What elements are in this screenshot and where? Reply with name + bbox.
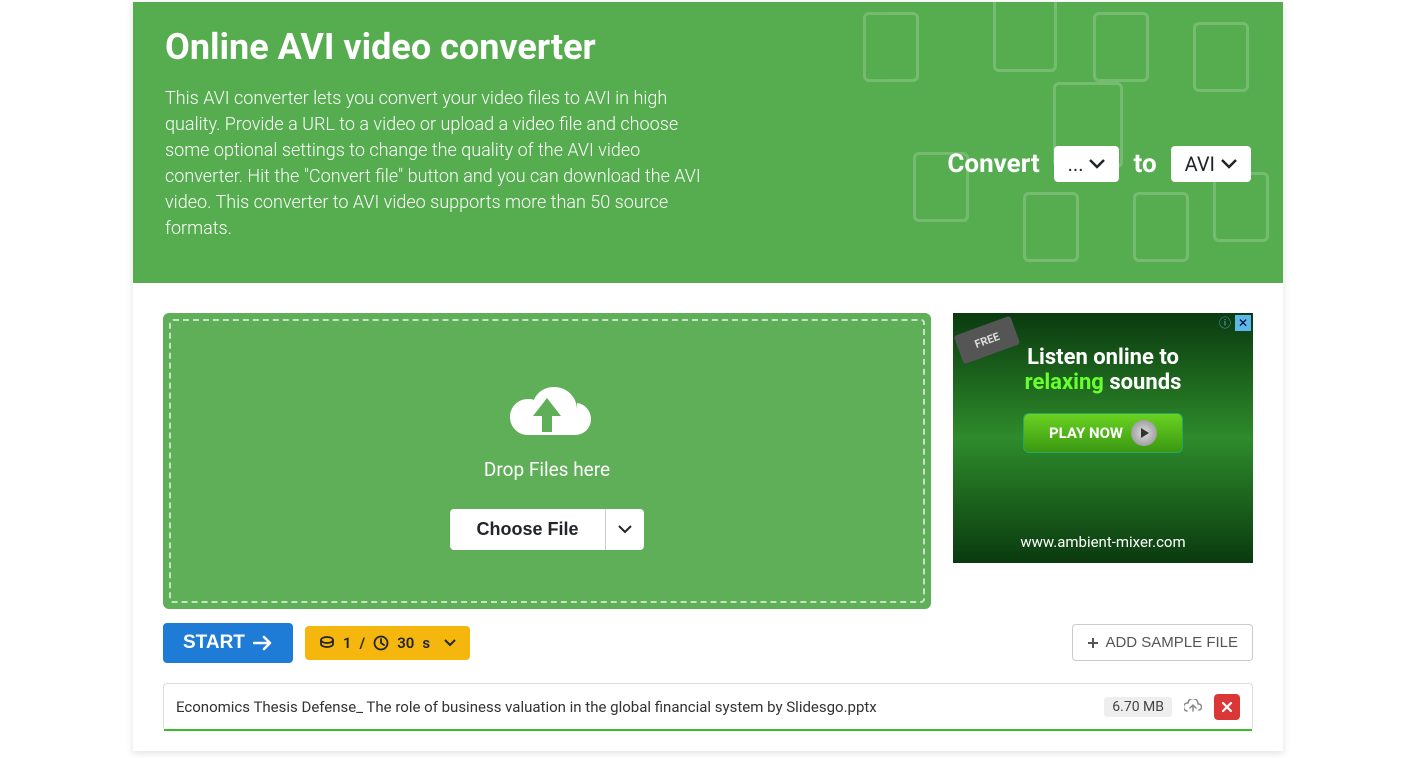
ad-info-icon[interactable]: ⓘ [1217, 315, 1233, 331]
file-size: 6.70 MB [1104, 697, 1172, 717]
play-icon [1131, 420, 1157, 446]
ad-play-label: PLAY NOW [1049, 424, 1123, 442]
ad-sounds: sounds [1104, 370, 1182, 395]
main-content: Drop Files here Choose File ⓘ ✕ FREE Lis… [133, 283, 1283, 751]
cloud-upload-icon [497, 372, 597, 448]
convert-from-value: ... [1068, 152, 1084, 176]
count-sep: / [360, 634, 366, 652]
limits-pill[interactable]: 1 / 30 s [305, 626, 470, 660]
page-description: This AVI converter lets you convert your… [165, 86, 705, 243]
close-icon [1221, 701, 1233, 713]
add-sample-button[interactable]: ADD SAMPLE FILE [1072, 624, 1253, 661]
chevron-down-icon [1089, 159, 1105, 169]
convert-label: Convert [947, 149, 1039, 179]
drop-text: Drop Files here [484, 458, 610, 481]
ad-relaxing: relaxing [1025, 370, 1104, 395]
chevron-down-icon [618, 525, 632, 534]
dropzone-wrap: Drop Files here Choose File [163, 313, 931, 609]
time-value: 30 [397, 634, 414, 652]
ad-play-button[interactable]: PLAY NOW [1023, 413, 1183, 453]
start-button[interactable]: START [163, 623, 293, 663]
convert-from-select[interactable]: ... [1054, 146, 1120, 182]
file-dropzone[interactable]: Drop Files here Choose File [169, 319, 925, 603]
advertisement[interactable]: ⓘ ✕ FREE Listen online to relaxing sound… [953, 313, 1253, 563]
remove-file-button[interactable] [1214, 694, 1240, 720]
time-unit: s [422, 634, 430, 652]
clock-icon [373, 635, 389, 651]
stack-icon [319, 636, 335, 650]
convert-to-value: AVI [1185, 152, 1215, 176]
ad-url: www.ambient-mixer.com [953, 533, 1253, 551]
ad-close-icon[interactable]: ✕ [1235, 315, 1251, 331]
convert-to-select[interactable]: AVI [1171, 146, 1251, 182]
choose-file-button[interactable]: Choose File [450, 509, 604, 550]
ad-line1: Listen online to [1027, 345, 1179, 370]
page-header: Online AVI video converter This AVI conv… [133, 2, 1283, 283]
chevron-down-icon [444, 639, 456, 647]
ad-headline: Listen online to relaxing sounds [973, 345, 1233, 395]
controls-row: START 1 / 30 s ADD SAMPLE FILE [163, 623, 1253, 663]
choose-file-group: Choose File [450, 509, 643, 550]
file-name: Economics Thesis Defense_ The role of bu… [176, 698, 1092, 716]
chevron-down-icon [1221, 159, 1237, 169]
convert-to-label: to [1133, 149, 1156, 179]
file-count: 1 [343, 634, 352, 652]
add-sample-label: ADD SAMPLE FILE [1105, 634, 1238, 651]
upload-source-icon [1184, 699, 1202, 715]
choose-file-dropdown[interactable] [605, 509, 644, 550]
start-label: START [183, 632, 245, 654]
main-row: Drop Files here Choose File ⓘ ✕ FREE Lis… [163, 313, 1253, 609]
convert-bar: Convert ... to AVI [947, 146, 1251, 182]
app-container: Online AVI video converter This AVI conv… [133, 2, 1283, 751]
header-body: This AVI converter lets you convert your… [165, 86, 1251, 243]
arrow-right-icon [253, 635, 273, 651]
page-title: Online AVI video converter [165, 26, 1251, 68]
plus-icon [1087, 637, 1099, 649]
file-row: Economics Thesis Defense_ The role of bu… [163, 683, 1253, 731]
